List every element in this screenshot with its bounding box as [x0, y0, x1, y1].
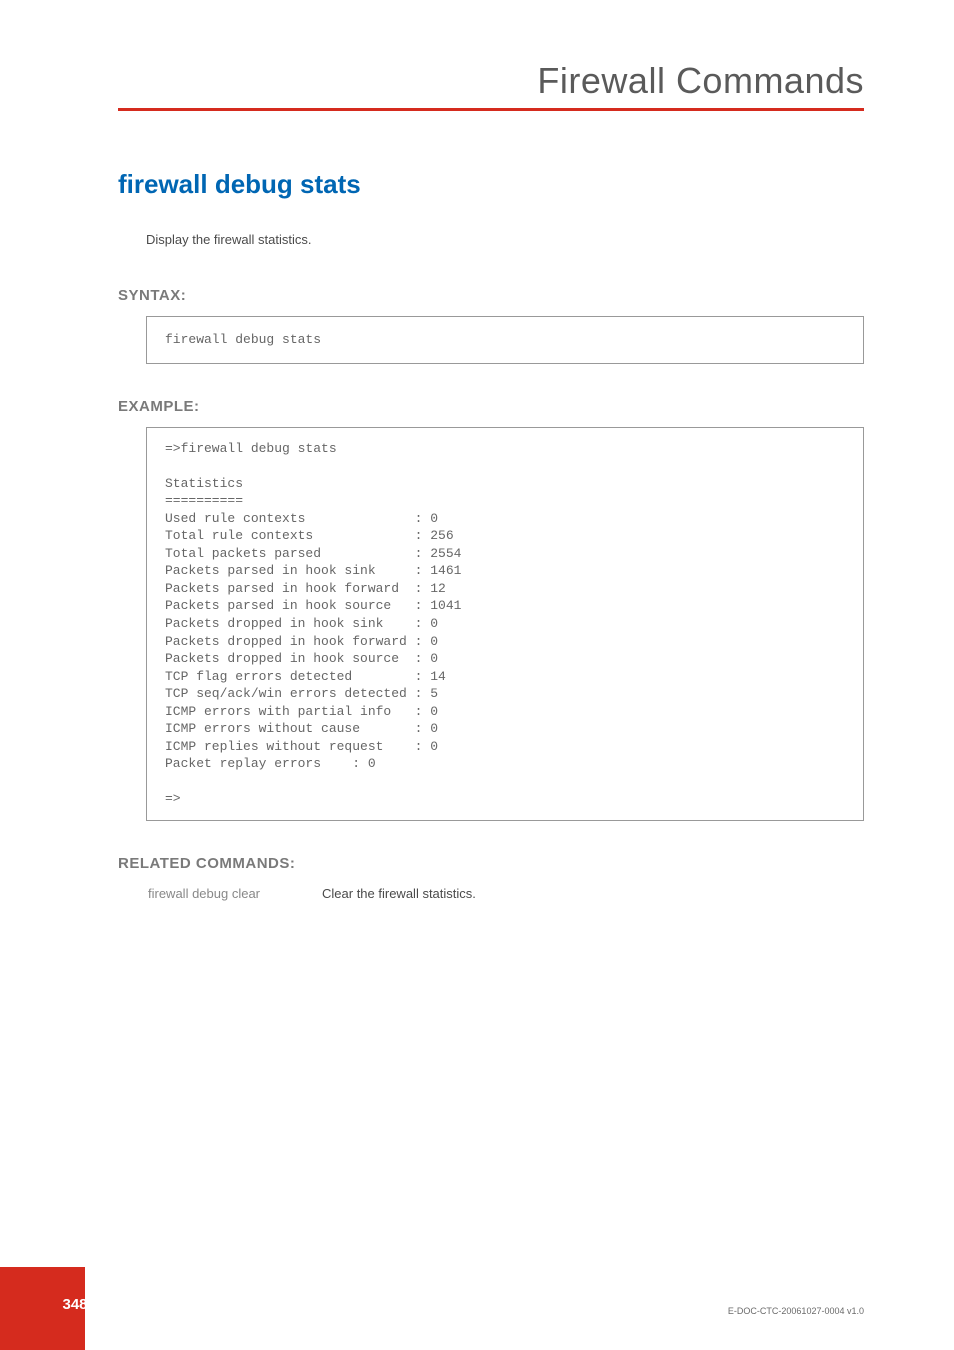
page-title: Firewall Commands — [118, 60, 864, 102]
title-rule — [118, 108, 864, 111]
page-content: Firewall Commands firewall debug stats D… — [0, 0, 954, 903]
table-row: firewall debug clear Clear the firewall … — [148, 886, 536, 901]
example-code-box: =>firewall debug stats Statistics ======… — [146, 427, 864, 821]
example-label: EXAMPLE: — [118, 398, 864, 415]
related-command-desc: Clear the firewall statistics. — [322, 886, 536, 901]
related-command-name: firewall debug clear — [148, 886, 320, 901]
related-commands-label: RELATED COMMANDS: — [118, 855, 864, 872]
page-footer: 348 E-DOC-CTC-20061027-0004 v1.0 — [0, 1290, 954, 1320]
syntax-label: SYNTAX: — [118, 287, 864, 304]
document-id: E-DOC-CTC-20061027-0004 v1.0 — [728, 1306, 864, 1316]
command-description: Display the firewall statistics. — [146, 232, 864, 247]
syntax-code-box: firewall debug stats — [146, 316, 864, 364]
related-commands-table: firewall debug clear Clear the firewall … — [146, 884, 538, 903]
command-title: firewall debug stats — [118, 169, 864, 200]
page-number: 348 — [0, 1290, 150, 1320]
